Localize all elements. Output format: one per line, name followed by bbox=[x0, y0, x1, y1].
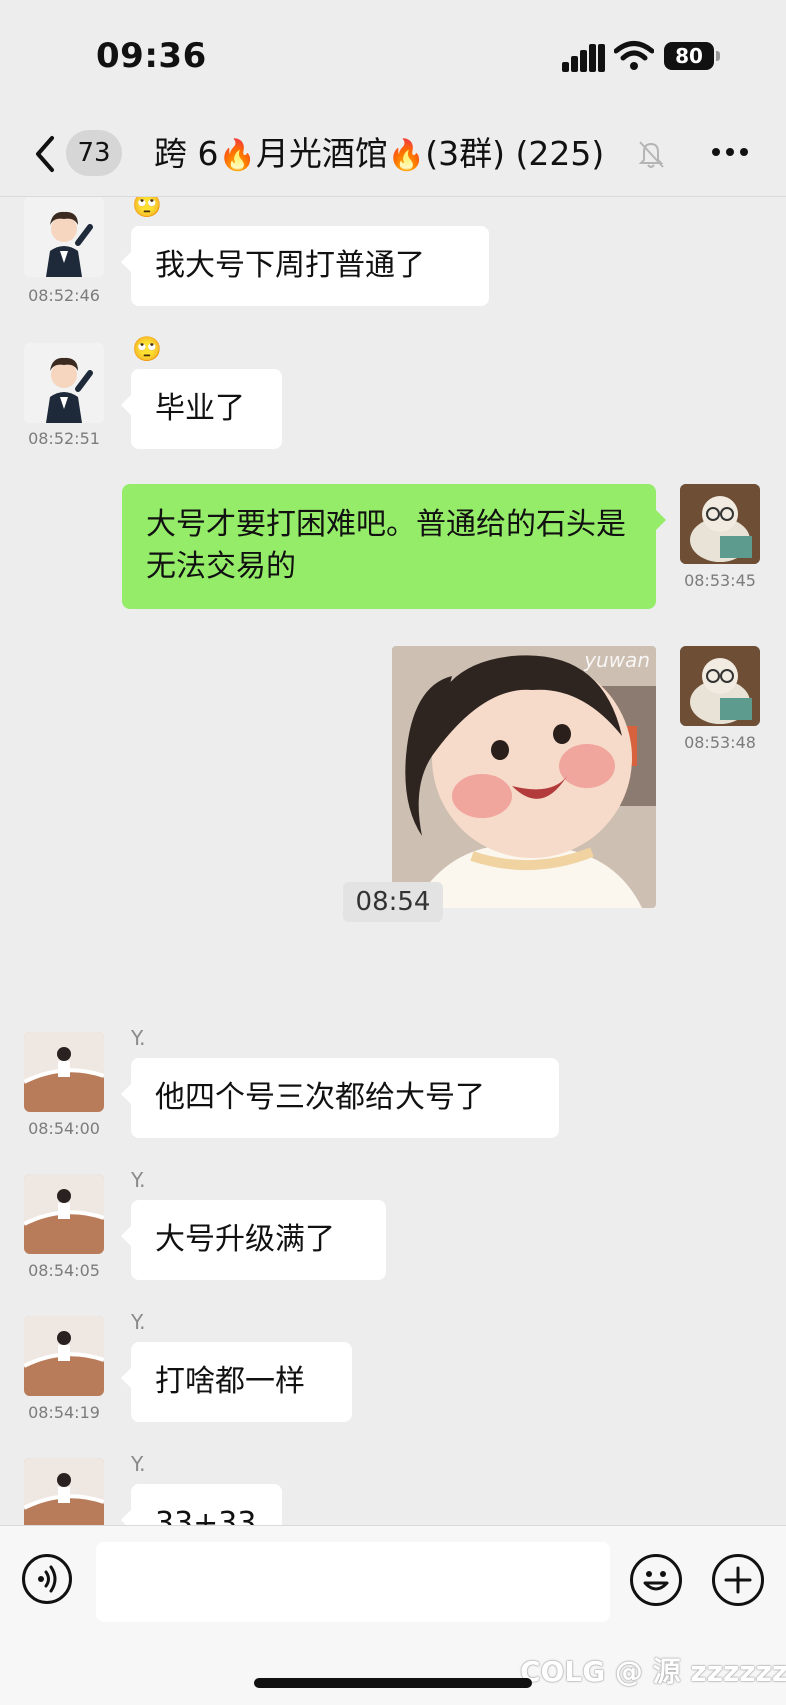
message-timestamp: 08:54:00 bbox=[28, 1119, 100, 1138]
avatar[interactable] bbox=[24, 197, 104, 277]
message-timestamp: 08:52:51 bbox=[28, 429, 100, 448]
plus-icon[interactable] bbox=[712, 1554, 764, 1606]
title-part-1: 跨 6 bbox=[154, 134, 219, 173]
status-bar: 09:36 80 bbox=[0, 0, 786, 118]
person-photo-avatar-icon bbox=[24, 1316, 104, 1396]
title-part-2: 月光酒馆 bbox=[255, 134, 388, 173]
sheep-avatar-icon bbox=[680, 646, 760, 726]
avatar[interactable] bbox=[680, 646, 760, 726]
title-part-3: (3群) (225) bbox=[425, 134, 605, 173]
voice-icon[interactable] bbox=[22, 1554, 72, 1604]
time-separator: 08:54 bbox=[343, 882, 443, 922]
cellular-signal-icon bbox=[562, 44, 606, 72]
person-photo-avatar-icon bbox=[24, 1032, 104, 1112]
status-time: 09:36 bbox=[96, 36, 207, 76]
message-bubble[interactable]: 他四个号三次都给大号了 bbox=[121, 1058, 559, 1138]
avatar[interactable] bbox=[24, 1174, 104, 1254]
message-list[interactable]: 08:52:46 🙄 我大号下周打普通了 08:52:51 🙄 毕业了 大号才要… bbox=[0, 197, 786, 1525]
message-bubble[interactable]: 33+33 bbox=[121, 1484, 282, 1525]
sender-name: Y. bbox=[131, 1168, 146, 1192]
message-bubble[interactable]: 大号升级满了 bbox=[121, 1200, 386, 1280]
avatar[interactable] bbox=[24, 343, 104, 423]
chat-title[interactable]: 跨 6🔥月光酒馆🔥(3群) (225) bbox=[154, 130, 604, 178]
sender-name: Y. bbox=[131, 1310, 146, 1334]
avatar[interactable] bbox=[24, 1316, 104, 1396]
person-photo-avatar-icon bbox=[24, 1458, 104, 1525]
voice-waves-icon bbox=[38, 1565, 57, 1593]
message-timestamp: 08:54:05 bbox=[28, 1261, 100, 1280]
message-bubble[interactable]: 我大号下周打普通了 bbox=[121, 226, 489, 306]
sent-message-bubble[interactable]: 大号才要打困难吧。普通给的石头是无法交易的 bbox=[122, 484, 666, 609]
man-avatar-icon bbox=[24, 197, 104, 277]
emoji-icon[interactable] bbox=[630, 1554, 682, 1606]
avatar[interactable] bbox=[680, 484, 760, 564]
person-photo-avatar-icon bbox=[24, 1174, 104, 1254]
eye-roll-emoji: 🙄 bbox=[132, 197, 162, 219]
home-indicator[interactable] bbox=[254, 1678, 532, 1688]
eye-roll-emoji: 🙄 bbox=[132, 335, 162, 363]
chat-header: 73 跨 6🔥月光酒馆🔥(3群) (225) bbox=[0, 118, 786, 197]
battery-indicator: 80 bbox=[664, 42, 720, 70]
sender-name: Y. bbox=[131, 1452, 146, 1476]
input-bar: COLG @ 源 zzzzzzz bbox=[0, 1525, 786, 1705]
message-timestamp: 08:52:46 bbox=[28, 286, 100, 305]
image-watermark: yuwan bbox=[584, 648, 650, 672]
unread-count-badge[interactable]: 73 bbox=[66, 130, 122, 176]
sender-name: Y. bbox=[131, 1026, 146, 1050]
message-input[interactable] bbox=[96, 1542, 610, 1622]
flame-icon: 🔥 bbox=[218, 138, 256, 173]
back-chevron-icon[interactable] bbox=[28, 132, 64, 176]
mute-bell-icon bbox=[638, 141, 664, 168]
plus-sign-icon bbox=[724, 1566, 752, 1594]
flame-icon: 🔥 bbox=[387, 138, 426, 173]
sent-image[interactable]: yuwan bbox=[392, 646, 656, 908]
source-watermark: COLG @ 源 zzzzzzz bbox=[520, 1655, 786, 1688]
message-timestamp: 08:54:19 bbox=[28, 1403, 100, 1422]
wifi-icon bbox=[614, 41, 654, 70]
avatar[interactable] bbox=[24, 1458, 104, 1525]
message-bubble[interactable]: 毕业了 bbox=[121, 369, 282, 449]
child-photo-icon bbox=[392, 646, 656, 908]
message-bubble[interactable]: 打啥都一样 bbox=[121, 1342, 352, 1422]
message-timestamp: 08:53:45 bbox=[684, 571, 756, 590]
smiley-face-icon bbox=[643, 1571, 669, 1591]
avatar[interactable] bbox=[24, 1032, 104, 1112]
man-avatar-icon bbox=[24, 343, 104, 423]
message-timestamp: 08:53:48 bbox=[684, 733, 756, 752]
more-icon[interactable] bbox=[710, 148, 750, 158]
sheep-avatar-icon bbox=[680, 484, 760, 564]
